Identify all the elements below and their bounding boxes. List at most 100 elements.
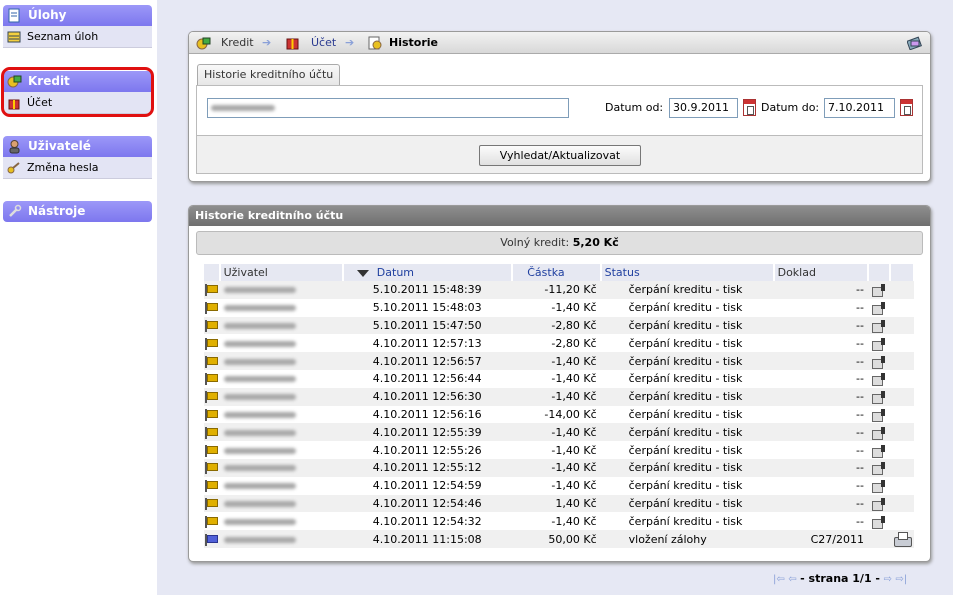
extra-cell xyxy=(889,423,914,442)
sidebar-group-nastroje: Nástroje xyxy=(3,201,152,222)
doc-cell: -- xyxy=(773,298,868,317)
user-cell xyxy=(219,458,343,477)
sidebar-item-zmena-hesla[interactable]: Změna hesla xyxy=(3,157,152,179)
table-row: 5.10.2011 15:48:39 -11,20 Kč čerpání kredi… xyxy=(204,281,914,299)
redacted-text xyxy=(223,447,296,454)
edit-icon[interactable] xyxy=(871,480,886,494)
wrench-icon xyxy=(9,204,22,217)
last-page-icon[interactable]: ⇨| xyxy=(895,574,907,585)
date-to-field[interactable]: 7.10.2011 xyxy=(824,98,895,118)
date-cell: 4.10.2011 11:15:08 xyxy=(342,530,512,548)
action-cell xyxy=(867,334,890,353)
column-amount[interactable]: Částka xyxy=(511,264,602,281)
first-page-icon[interactable]: |⇦ xyxy=(773,574,785,585)
edit-icon[interactable] xyxy=(871,284,886,298)
edit-icon[interactable] xyxy=(871,337,886,351)
edit-icon[interactable] xyxy=(871,408,886,422)
column-user[interactable]: Uživatel xyxy=(219,264,344,281)
date-from-field[interactable]: 30.9.2011 xyxy=(669,98,738,118)
table-row: 4.10.2011 12:56:57 -1,40 Kč čerpání kredit… xyxy=(204,352,914,370)
status-cell: čerpání kreditu - tisk xyxy=(600,423,774,442)
user-cell xyxy=(219,512,343,531)
column-doc[interactable]: Doklad xyxy=(773,264,869,281)
extra-cell xyxy=(889,369,914,388)
column-date-label: Datum xyxy=(376,266,415,279)
edit-icon[interactable] xyxy=(871,426,886,440)
amount-cell: -1,40 Kč xyxy=(511,352,601,370)
column-date[interactable]: Datum xyxy=(342,264,513,281)
doc-cell: -- xyxy=(773,476,868,495)
extra-cell xyxy=(889,512,914,531)
tab-historie[interactable]: Historie kreditního účtu xyxy=(197,64,341,86)
printer-icon[interactable] xyxy=(893,532,912,548)
column-status[interactable]: Status xyxy=(600,264,775,281)
amount-cell: -1,40 Kč xyxy=(511,476,601,495)
amount-cell: -1,40 Kč xyxy=(511,423,601,442)
sidebar-header-label: Úlohy xyxy=(28,8,67,22)
search-update-button[interactable]: Vyhledat/Aktualizovat xyxy=(479,145,641,166)
breadcrumb-item-ucet[interactable]: Účet xyxy=(311,32,336,54)
calendar-icon[interactable] xyxy=(743,99,756,116)
amount-cell: -14,00 Kč xyxy=(511,405,601,424)
status-cell: čerpání kreditu - tisk xyxy=(600,458,774,477)
doc-cell: -- xyxy=(773,494,868,513)
sidebar-header-uzivatele[interactable]: Uživatelé xyxy=(3,136,152,157)
calendar-icon[interactable] xyxy=(900,99,913,116)
help-icon[interactable] xyxy=(907,36,922,50)
flag-cell xyxy=(204,369,220,388)
edit-icon[interactable] xyxy=(871,515,886,529)
status-cell: čerpání kreditu - tisk xyxy=(600,441,774,459)
status-cell: čerpání kreditu - tisk xyxy=(600,334,774,353)
breadcrumb-item-kredit[interactable]: Kredit xyxy=(221,32,254,54)
amount-cell: 1,40 Kč xyxy=(511,494,601,513)
flag-cell xyxy=(204,512,220,531)
action-cell xyxy=(867,476,890,495)
extra-cell xyxy=(889,494,914,513)
flag-icon xyxy=(204,426,218,439)
date-from-label: Datum od: xyxy=(605,101,664,114)
action-cell xyxy=(867,494,890,513)
table-row: 5.10.2011 15:47:50 -2,80 Kč čerpání kredit… xyxy=(204,316,914,335)
doc-cell: -- xyxy=(773,458,868,477)
user-cell xyxy=(219,441,343,459)
sidebar-item-seznam-uloh[interactable]: Seznam úloh xyxy=(3,26,152,48)
edit-icon[interactable] xyxy=(871,319,886,333)
prev-page-icon[interactable]: ⇦ xyxy=(788,574,796,585)
edit-icon[interactable] xyxy=(871,444,886,458)
amount-cell: -2,80 Kč xyxy=(511,316,601,335)
extra-cell xyxy=(889,316,914,335)
flag-cell xyxy=(204,387,220,406)
next-page-icon[interactable]: ⇨ xyxy=(884,574,892,585)
date-cell: 5.10.2011 15:48:03 xyxy=(342,298,512,317)
redacted-text xyxy=(223,465,296,472)
edit-icon[interactable] xyxy=(871,302,886,316)
status-cell: čerpání kreditu - tisk xyxy=(600,352,774,370)
flag-icon xyxy=(204,319,218,332)
amount-cell: -1,40 Kč xyxy=(511,298,601,317)
user-field[interactable] xyxy=(207,98,569,118)
edit-icon[interactable] xyxy=(871,355,886,369)
status-cell: čerpání kreditu - tisk xyxy=(600,369,774,388)
highlight-box xyxy=(1,67,154,117)
flag-icon xyxy=(204,408,218,421)
edit-icon[interactable] xyxy=(871,462,886,476)
history-title: Historie kreditního účtu xyxy=(189,206,930,226)
balance-summary: Volný kredit: 5,20 Kč xyxy=(196,231,923,255)
flag-icon xyxy=(204,355,218,368)
status-cell: čerpání kreditu - tisk xyxy=(600,494,774,513)
edit-icon[interactable] xyxy=(871,497,886,511)
sidebar-group-ulohy: Úlohy Seznam úloh xyxy=(3,5,152,48)
sidebar-header-nastroje[interactable]: Nástroje xyxy=(3,201,152,222)
date-cell: 4.10.2011 12:54:59 xyxy=(342,476,512,495)
flag-icon xyxy=(204,284,218,297)
flag-icon xyxy=(204,444,218,457)
table-row: 4.10.2011 11:15:08 50,00 Kč vložení zálohy… xyxy=(204,530,914,548)
sidebar-header-label: Nástroje xyxy=(28,204,86,218)
balance-label: Volný kredit: xyxy=(500,236,570,249)
edit-icon[interactable] xyxy=(871,373,886,387)
sidebar-header-ulohy[interactable]: Úlohy xyxy=(3,5,152,26)
redacted-text xyxy=(223,394,296,401)
table-row: 4.10.2011 12:55:12 -1,40 Kč čerpání kredit… xyxy=(204,458,914,477)
balance-value: 5,20 Kč xyxy=(572,236,619,249)
edit-icon[interactable] xyxy=(871,391,886,405)
